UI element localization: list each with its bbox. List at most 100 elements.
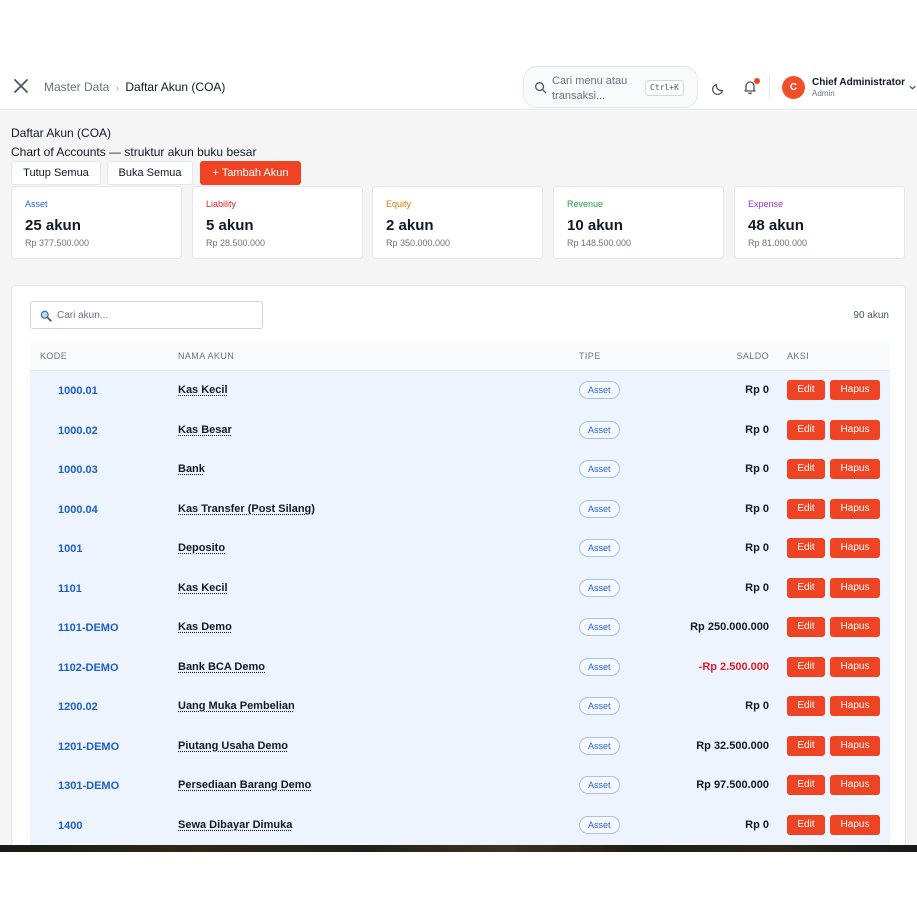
account-balance: Rp 32.500.000	[696, 739, 769, 752]
account-balance: Rp 0	[745, 463, 769, 475]
table-body: 1000.01 Kas Kecil Asset Rp 0 Edit Hapus 1000.0…	[30, 371, 890, 845]
account-code-link[interactable]: 1001	[58, 543, 82, 555]
summary-amount: Rp 148.500.000	[567, 238, 632, 248]
page-subtitle: Chart of Accounts — struktur akun buku b…	[11, 145, 257, 159]
account-balance: Rp 0	[745, 542, 769, 554]
search-icon	[40, 310, 52, 322]
account-balance: Rp 0	[745, 818, 769, 831]
account-type-badge: Asset	[579, 815, 620, 834]
account-code-link[interactable]: 1000.03	[58, 464, 98, 476]
table-row: 1101-DEMO Kas Demo Asset Rp 250.000.000 Edit…	[30, 608, 890, 648]
delete-button[interactable]: Hapus	[830, 419, 880, 440]
edit-button[interactable]: Edit	[787, 380, 825, 400]
notification-dot	[754, 78, 760, 84]
edit-button[interactable]: Edit	[787, 617, 825, 637]
account-type-badge: Asset	[579, 776, 620, 794]
account-type-badge: Asset	[579, 420, 620, 439]
edit-button[interactable]: Edit	[787, 814, 825, 835]
account-balance: Rp 250.000.000	[690, 621, 769, 633]
chevron-down-icon[interactable]	[908, 83, 917, 92]
summary-count: 25 akun	[25, 217, 81, 234]
account-code-link[interactable]: 1301-DEMO	[58, 780, 119, 792]
account-name[interactable]: Kas Besar	[178, 424, 232, 436]
breadcrumb: Master Data › Daftar Akun (COA)	[44, 80, 225, 94]
accounts-panel: Cari akun... 90 akun KODE NAMA AKUN TIPE…	[11, 285, 906, 845]
account-name[interactable]: Persediaan Barang Demo	[178, 779, 311, 791]
account-name[interactable]: Sewa Dibayar Dimuka	[178, 819, 292, 831]
close-icon[interactable]	[12, 77, 30, 95]
moon-icon[interactable]	[711, 80, 727, 96]
top-bar: Master Data › Daftar Akun (COA) Cari men…	[0, 62, 917, 110]
delete-button[interactable]: Hapus	[830, 814, 880, 835]
account-type-badge: Asset	[579, 381, 620, 399]
table-row: 1000.01 Kas Kecil Asset Rp 0 Edit Hapus	[30, 371, 890, 411]
page-content: Daftar Akun (COA) Chart of Accounts — st…	[0, 111, 917, 845]
column-header-saldo: SALDO	[736, 351, 769, 361]
delete-button[interactable]: Hapus	[830, 498, 880, 519]
summary-card-expense: Expense 48 akun Rp 81.000.000	[734, 186, 905, 259]
account-code-link[interactable]: 1400	[58, 820, 82, 832]
account-name[interactable]: Bank	[178, 463, 205, 475]
account-name[interactable]: Kas Kecil	[178, 384, 228, 396]
edit-button[interactable]: Edit	[787, 498, 825, 519]
edit-button[interactable]: Edit	[787, 577, 825, 598]
delete-button[interactable]: Hapus	[830, 380, 880, 400]
table-row: 1400 Sewa Dibayar Dimuka Asset Rp 0 Edit Hapu…	[30, 805, 890, 845]
account-code-link[interactable]: 1000.01	[58, 385, 98, 397]
account-search-input[interactable]: Cari akun...	[30, 301, 263, 329]
summary-label: Equity	[386, 199, 412, 209]
table-row: 1102-DEMO Bank BCA Demo Asset -Rp 2.500.000…	[30, 647, 890, 687]
avatar[interactable]: C	[782, 76, 805, 99]
delete-button[interactable]: Hapus	[830, 696, 880, 716]
account-code-link[interactable]: 1000.02	[58, 425, 98, 437]
edit-button[interactable]: Edit	[787, 419, 825, 440]
account-name[interactable]: Uang Muka Pembelian	[178, 700, 295, 712]
edit-button[interactable]: Edit	[787, 538, 825, 558]
summary-label: Revenue	[567, 199, 604, 209]
account-name[interactable]: Kas Kecil	[178, 582, 228, 594]
table-row: 1000.03 Bank Asset Rp 0 Edit Hapus	[30, 450, 890, 490]
account-name[interactable]: Deposito	[178, 542, 225, 554]
edit-button[interactable]: Edit	[787, 735, 825, 756]
column-header-actions: AKSI	[787, 351, 810, 361]
account-name[interactable]: Bank BCA Demo	[178, 661, 265, 673]
global-search-input[interactable]: Cari menu atau transaksi... Ctrl+K	[523, 66, 698, 108]
account-code-link[interactable]: 1201-DEMO	[58, 741, 119, 753]
expand-all-button[interactable]: Buka Semua	[107, 161, 193, 185]
breadcrumb-parent[interactable]: Master Data	[44, 80, 109, 94]
column-header-type: TIPE	[579, 351, 601, 361]
collapse-all-button[interactable]: Tutup Semua	[11, 161, 101, 185]
add-account-button[interactable]: + Tambah Akun	[200, 161, 301, 185]
summary-label: Liability	[206, 199, 237, 209]
edit-button[interactable]: Edit	[787, 775, 825, 795]
account-name[interactable]: Piutang Usaha Demo	[178, 740, 288, 752]
account-name[interactable]: Kas Demo	[178, 621, 232, 633]
account-code-link[interactable]: 1101-DEMO	[58, 622, 119, 634]
shortcut-badge: Ctrl+K	[645, 80, 684, 96]
delete-button[interactable]: Hapus	[830, 617, 880, 637]
account-type-badge: Asset	[579, 539, 620, 557]
page-title: Daftar Akun (COA)	[11, 126, 112, 140]
account-type-badge: Asset	[579, 499, 620, 518]
account-name[interactable]: Kas Transfer (Post Silang)	[178, 503, 315, 515]
delete-button[interactable]: Hapus	[830, 538, 880, 558]
account-type-badge: Asset	[579, 578, 620, 597]
delete-button[interactable]: Hapus	[830, 577, 880, 598]
table-row: 1301-DEMO Persediaan Barang Demo Asset Rp 9…	[30, 766, 890, 806]
header-divider	[769, 76, 770, 98]
edit-button[interactable]: Edit	[787, 459, 825, 479]
account-code-link[interactable]: 1000.04	[58, 504, 98, 516]
delete-button[interactable]: Hapus	[830, 459, 880, 479]
user-name[interactable]: Chief Administrator	[812, 77, 905, 88]
edit-button[interactable]: Edit	[787, 656, 825, 677]
summary-amount: Rp 81.000.000	[748, 238, 808, 248]
delete-button[interactable]: Hapus	[830, 775, 880, 795]
account-code-link[interactable]: 1102-DEMO	[58, 662, 119, 674]
account-code-link[interactable]: 1200.02	[58, 701, 98, 713]
summary-card-asset: Asset 25 akun Rp 377.500.000	[11, 186, 182, 259]
account-code-link[interactable]: 1101	[58, 583, 82, 595]
table-row: 1000.04 Kas Transfer (Post Silang) Asset Rp…	[30, 489, 890, 529]
delete-button[interactable]: Hapus	[830, 735, 880, 756]
edit-button[interactable]: Edit	[787, 696, 825, 716]
delete-button[interactable]: Hapus	[830, 656, 880, 677]
